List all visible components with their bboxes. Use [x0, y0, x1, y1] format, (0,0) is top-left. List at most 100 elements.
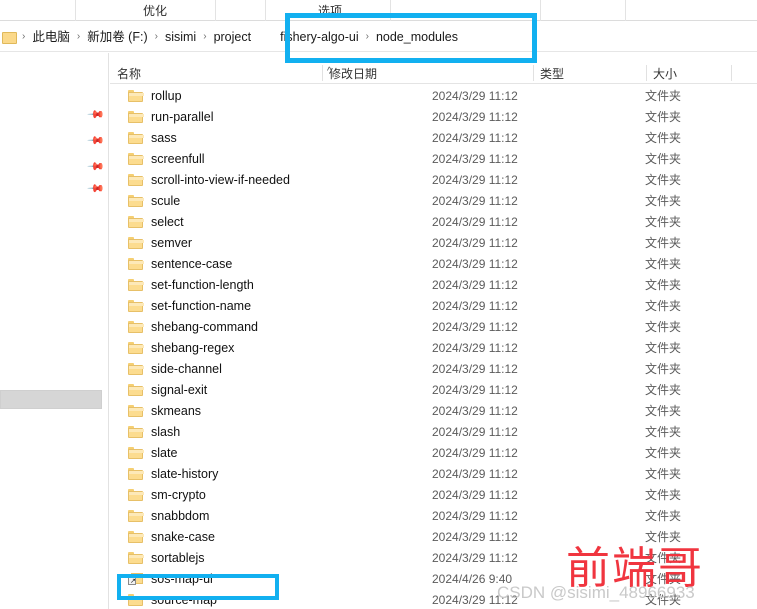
folder-icon: [2, 31, 17, 44]
folder-icon: [128, 466, 144, 482]
file-name: skmeans: [151, 403, 202, 418]
table-row[interactable]: skmeans 2024/3/29 11:12 文件夹: [110, 400, 757, 421]
table-row[interactable]: semver 2024/3/29 11:12 文件夹: [110, 232, 757, 253]
file-type: 文件夹: [645, 236, 682, 250]
file-date-modified: 2024/3/29 11:12: [432, 256, 518, 271]
file-name: signal-exit: [151, 382, 208, 397]
table-row[interactable]: sass 2024/3/29 11:12 文件夹: [110, 127, 757, 148]
file-date-modified: 2024/3/29 11:12: [432, 235, 518, 250]
table-row[interactable]: shebang-regex 2024/3/29 11:12 文件夹: [110, 337, 757, 358]
breadcrumb-item-project[interactable]: project: [211, 27, 255, 47]
folder-icon: [128, 193, 144, 209]
file-date-modified: 2024/3/29 11:12: [432, 130, 518, 145]
pin-icon[interactable]: 📌: [87, 158, 105, 176]
ribbon-tab-optimize[interactable]: 优化: [100, 0, 210, 21]
file-date-modified: 2024/3/29 11:12: [432, 214, 518, 229]
file-type: 文件夹: [645, 152, 682, 166]
ribbon-divider: [75, 0, 76, 21]
ribbon-divider: [625, 0, 626, 21]
folder-icon: [128, 424, 144, 440]
table-row[interactable]: select 2024/3/29 11:12 文件夹: [110, 211, 757, 232]
breadcrumb-item-sisimi[interactable]: sisimi: [162, 27, 199, 47]
column-header-row: 名称 ^ 修改日期 类型 大小: [110, 62, 757, 84]
pin-icon[interactable]: 📌: [87, 132, 105, 150]
table-row[interactable]: signal-exit 2024/3/29 11:12 文件夹: [110, 379, 757, 400]
file-type: 文件夹: [645, 110, 682, 124]
breadcrumb-separator: ›: [22, 30, 26, 42]
table-row[interactable]: scroll-into-view-if-needed 2024/3/29 11:1…: [110, 169, 757, 190]
table-row[interactable]: snabbdom 2024/3/29 11:12 文件夹: [110, 505, 757, 526]
folder-icon: [128, 382, 144, 398]
breadcrumb-item-drive-f[interactable]: 新加卷 (F:): [84, 27, 150, 47]
file-date-modified: 2024/3/29 11:12: [432, 151, 518, 166]
ribbon-tab-optimize-label: 优化: [142, 4, 167, 18]
file-name: sos-map-ui: [151, 571, 213, 586]
folder-icon: [128, 214, 144, 230]
column-header-type[interactable]: 类型: [533, 62, 646, 84]
column-divider[interactable]: [533, 65, 534, 81]
file-name: slash: [151, 424, 181, 439]
breadcrumb-separator: ›: [203, 30, 207, 42]
table-row[interactable]: sm-crypto 2024/3/29 11:12 文件夹: [110, 484, 757, 505]
file-type: 文件夹: [645, 467, 682, 481]
breadcrumb-item-fishery-algo-ui[interactable]: fishery-algo-ui: [277, 27, 362, 47]
folder-icon: [128, 235, 144, 251]
file-date-modified: 2024/3/29 11:12: [432, 193, 518, 208]
file-list[interactable]: rollup 2024/3/29 11:12 文件夹 run-parallel 2024…: [110, 85, 757, 609]
shortcut-folder-icon: ↗: [128, 571, 144, 587]
navigation-pane[interactable]: 📌 📌 📌 📌 ) ): [0, 53, 109, 609]
pin-icon[interactable]: 📌: [87, 106, 105, 124]
breadcrumb-item-node-modules[interactable]: node_modules: [373, 27, 461, 47]
column-divider[interactable]: [322, 65, 323, 81]
column-header-size[interactable]: 大小: [646, 62, 731, 84]
table-row[interactable]: set-function-length 2024/3/29 11:12 文件夹: [110, 274, 757, 295]
file-date-modified: 2024/3/29 11:12: [432, 550, 518, 565]
file-date-modified: 2024/3/29 11:12: [432, 424, 518, 439]
file-date-modified: 2024/3/29 11:12: [432, 277, 518, 292]
file-name: snabbdom: [151, 508, 210, 523]
column-header-date-modified[interactable]: 修改日期: [322, 62, 533, 84]
table-row[interactable]: shebang-command 2024/3/29 11:12 文件夹: [110, 316, 757, 337]
file-name: scroll-into-view-if-needed: [151, 172, 290, 187]
file-date-modified: 2024/3/29 11:12: [432, 529, 518, 544]
file-date-modified: 2024/3/29 11:12: [432, 382, 518, 397]
pin-icon[interactable]: 📌: [87, 180, 105, 198]
column-divider[interactable]: [731, 65, 732, 81]
file-type: 文件夹: [645, 173, 682, 187]
file-date-modified: 2024/3/29 11:12: [432, 361, 518, 376]
table-row[interactable]: slate-history 2024/3/29 11:12 文件夹: [110, 463, 757, 484]
column-header-type-label: 类型: [540, 66, 565, 81]
folder-icon: [128, 109, 144, 125]
file-name: side-channel: [151, 361, 222, 376]
column-header-name[interactable]: 名称: [110, 62, 322, 84]
ribbon-divider: [540, 0, 541, 21]
ribbon-tab-options[interactable]: 选项: [275, 0, 385, 21]
table-row[interactable]: run-parallel 2024/3/29 11:12 文件夹: [110, 106, 757, 127]
table-row[interactable]: slate 2024/3/29 11:12 文件夹: [110, 442, 757, 463]
file-date-modified: 2024/3/29 11:12: [432, 340, 518, 355]
file-type: 文件夹: [645, 194, 682, 208]
table-row[interactable]: rollup 2024/3/29 11:12 文件夹: [110, 85, 757, 106]
table-row[interactable]: slash 2024/3/29 11:12 文件夹: [110, 421, 757, 442]
folder-icon: [128, 151, 144, 167]
file-date-modified: 2024/3/29 11:12: [432, 466, 518, 481]
ribbon-divider: [215, 0, 216, 21]
file-name: set-function-length: [151, 277, 254, 292]
folder-icon: [128, 529, 144, 545]
file-name: sm-crypto: [151, 487, 206, 502]
table-row[interactable]: set-function-name 2024/3/29 11:12 文件夹: [110, 295, 757, 316]
breadcrumb-item-this-pc[interactable]: 此电脑: [29, 27, 73, 47]
nav-item-selected[interactable]: [0, 390, 102, 409]
address-bar[interactable]: › 此电脑 › 新加卷 (F:) › sisimi › project fish…: [0, 22, 757, 52]
table-row[interactable]: sentence-case 2024/3/29 11:12 文件夹: [110, 253, 757, 274]
file-name: snake-case: [151, 529, 215, 544]
table-row[interactable]: scule 2024/3/29 11:12 文件夹: [110, 190, 757, 211]
folder-icon: [128, 403, 144, 419]
file-name: slate-history: [151, 466, 219, 481]
file-date-modified: 2024/3/29 11:12: [432, 109, 518, 124]
column-divider[interactable]: [646, 65, 647, 81]
table-row[interactable]: side-channel 2024/3/29 11:12 文件夹: [110, 358, 757, 379]
file-name: sentence-case: [151, 256, 233, 271]
table-row[interactable]: screenfull 2024/3/29 11:12 文件夹: [110, 148, 757, 169]
file-type: 文件夹: [645, 446, 682, 460]
